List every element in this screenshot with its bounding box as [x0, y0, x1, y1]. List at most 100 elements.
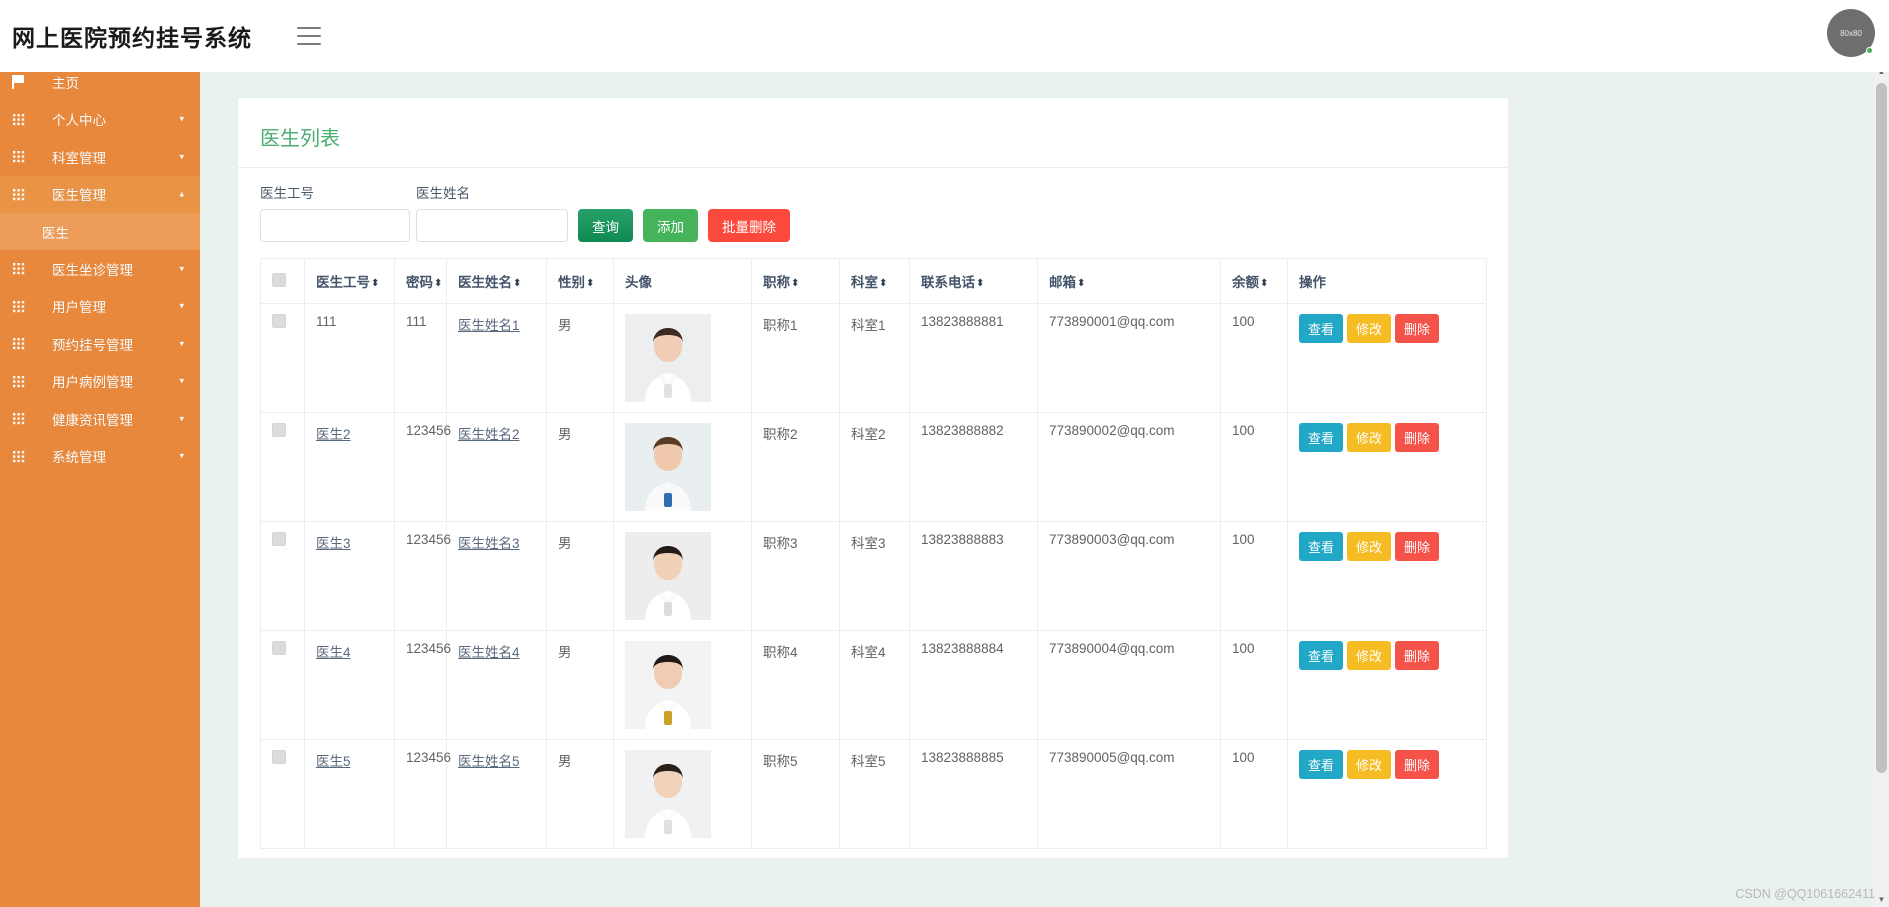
header-phone[interactable]: 联系电话⬍	[909, 258, 1038, 304]
cell-doctor-name[interactable]: 医生姓名3	[446, 521, 547, 631]
avatar[interactable]: 80x80	[1827, 9, 1875, 57]
sort-icon: ⬍	[586, 278, 595, 289]
title-value: 职称3	[763, 536, 798, 551]
row-checkbox[interactable]	[272, 532, 286, 546]
hamburger-menu-icon[interactable]	[297, 27, 321, 45]
delete-button[interactable]: 删除	[1395, 314, 1440, 343]
cell-doctor-name[interactable]: 医生姓名4	[446, 630, 547, 740]
row-select-cell[interactable]	[260, 630, 305, 740]
header-title[interactable]: 职称⬍	[751, 258, 840, 304]
sort-icon: ⬍	[371, 278, 380, 289]
view-button[interactable]: 查看	[1299, 641, 1344, 670]
row-checkbox[interactable]	[272, 423, 286, 437]
header-department[interactable]: 科室⬍	[839, 258, 910, 304]
edit-button[interactable]: 修改	[1347, 641, 1392, 670]
cell-doctor-name[interactable]: 医生姓名5	[446, 739, 547, 849]
row-select-cell[interactable]	[260, 521, 305, 631]
doctor-no-value[interactable]: 医生4	[316, 645, 351, 660]
doctor-name-value[interactable]: 医生姓名1	[458, 318, 520, 333]
row-action-group: 查看 修改 删除	[1299, 532, 1475, 561]
cell-doctor-name[interactable]: 医生姓名1	[446, 303, 547, 413]
delete-button[interactable]: 删除	[1395, 532, 1440, 561]
view-button[interactable]: 查看	[1299, 532, 1344, 561]
cell-title: 职称3	[751, 521, 840, 631]
edit-button[interactable]: 修改	[1347, 532, 1392, 561]
scrollbar-thumb[interactable]	[1876, 83, 1887, 773]
query-button[interactable]: 查询	[578, 209, 633, 242]
row-checkbox[interactable]	[272, 641, 286, 655]
doctor-avatar-image[interactable]	[625, 314, 711, 402]
add-button[interactable]: 添加	[643, 209, 698, 242]
cell-doctor-no: 111	[304, 303, 395, 413]
row-select-cell[interactable]	[260, 739, 305, 849]
sidebar-subitem-doctor[interactable]: 医生	[0, 213, 200, 250]
sidebar-item-user-management[interactable]: 用户管理 ▾	[0, 288, 200, 326]
edit-button[interactable]: 修改	[1347, 423, 1392, 452]
doctor-name-input[interactable]	[416, 209, 568, 242]
chevron-up-icon: ▴	[179, 188, 184, 199]
view-button[interactable]: 查看	[1299, 314, 1344, 343]
doctor-avatar-image[interactable]	[625, 750, 711, 838]
sidebar-item-health-info-management[interactable]: 健康资讯管理 ▾	[0, 400, 200, 438]
cell-password: 123456	[394, 630, 451, 740]
cell-title: 职称2	[751, 412, 840, 522]
doctor-no-input[interactable]	[260, 209, 410, 242]
cell-doctor-no[interactable]: 医生2	[304, 412, 395, 522]
sidebar-item-appointment-management[interactable]: 预约挂号管理 ▾	[0, 325, 200, 363]
scroll-down-icon[interactable]: ▼	[1874, 891, 1889, 907]
cell-avatar[interactable]	[613, 739, 752, 849]
cell-doctor-no[interactable]: 医生5	[304, 739, 395, 849]
delete-button[interactable]: 删除	[1395, 423, 1440, 452]
doctor-avatar-image[interactable]	[625, 641, 711, 729]
cell-avatar[interactable]	[613, 303, 752, 413]
doctor-avatar-image[interactable]	[625, 532, 711, 620]
header-doctor-no[interactable]: 医生工号⬍	[304, 258, 395, 304]
doctor-no-value[interactable]: 医生5	[316, 754, 351, 769]
doctor-portrait-svg	[625, 423, 711, 511]
cell-doctor-name[interactable]: 医生姓名2	[446, 412, 547, 522]
edit-button[interactable]: 修改	[1347, 314, 1392, 343]
cell-avatar[interactable]	[613, 521, 752, 631]
header-label: 性别	[558, 275, 585, 290]
select-all-header[interactable]	[260, 258, 305, 304]
table-row: 111 111 医生姓名1 男 职称1 科室1 13823888881 773890001@…	[260, 303, 1487, 413]
row-select-cell[interactable]	[260, 412, 305, 522]
row-select-cell[interactable]	[260, 303, 305, 413]
doctor-avatar-image[interactable]	[625, 423, 711, 511]
doctor-no-value[interactable]: 医生2	[316, 427, 351, 442]
cell-doctor-no[interactable]: 医生4	[304, 630, 395, 740]
delete-button[interactable]: 删除	[1395, 750, 1440, 779]
row-checkbox[interactable]	[272, 314, 286, 328]
doctor-name-value[interactable]: 医生姓名2	[458, 427, 520, 442]
sidebar-item-doctor-management[interactable]: 医生管理 ▴	[0, 175, 200, 213]
sidebar-item-personal-center[interactable]: 个人中心 ▾	[0, 101, 200, 139]
edit-button[interactable]: 修改	[1347, 750, 1392, 779]
sidebar-item-doctor-clinic-management[interactable]: 医生坐诊管理 ▾	[0, 250, 200, 288]
header-password[interactable]: 密码⬍	[394, 258, 447, 304]
cell-doctor-no[interactable]: 医生3	[304, 521, 395, 631]
vertical-scrollbar[interactable]: ▲ ▼	[1874, 63, 1889, 907]
header-doctor-name[interactable]: 医生姓名⬍	[446, 258, 547, 304]
cell-password: 123456	[394, 412, 451, 522]
doctor-name-value[interactable]: 医生姓名4	[458, 645, 520, 660]
header-email[interactable]: 邮箱⬍	[1037, 258, 1221, 304]
cell-avatar[interactable]	[613, 630, 752, 740]
doctor-no-value[interactable]: 医生3	[316, 536, 351, 551]
row-checkbox[interactable]	[272, 750, 286, 764]
doctor-name-value[interactable]: 医生姓名5	[458, 754, 520, 769]
sidebar-item-medical-record-management[interactable]: 用户病例管理 ▾	[0, 363, 200, 401]
sidebar-item-system-management[interactable]: 系统管理 ▾	[0, 438, 200, 476]
doctor-name-value[interactable]: 医生姓名3	[458, 536, 520, 551]
sidebar-item-label: 系统管理	[52, 450, 106, 466]
view-button[interactable]: 查看	[1299, 423, 1344, 452]
view-button[interactable]: 查看	[1299, 750, 1344, 779]
batch-delete-button[interactable]: 批量删除	[708, 209, 790, 242]
sidebar-item-department-management[interactable]: 科室管理 ▾	[0, 138, 200, 176]
header-gender[interactable]: 性别⬍	[546, 258, 614, 304]
delete-button[interactable]: 删除	[1395, 641, 1440, 670]
cell-avatar[interactable]	[613, 412, 752, 522]
cell-department: 科室3	[839, 521, 910, 631]
select-all-checkbox[interactable]	[272, 272, 286, 287]
header-balance[interactable]: 余额⬍	[1220, 258, 1288, 304]
table-row: 医生5 123456 医生姓名5 男 职称5 科室5 13823888885 7738900…	[260, 739, 1487, 849]
